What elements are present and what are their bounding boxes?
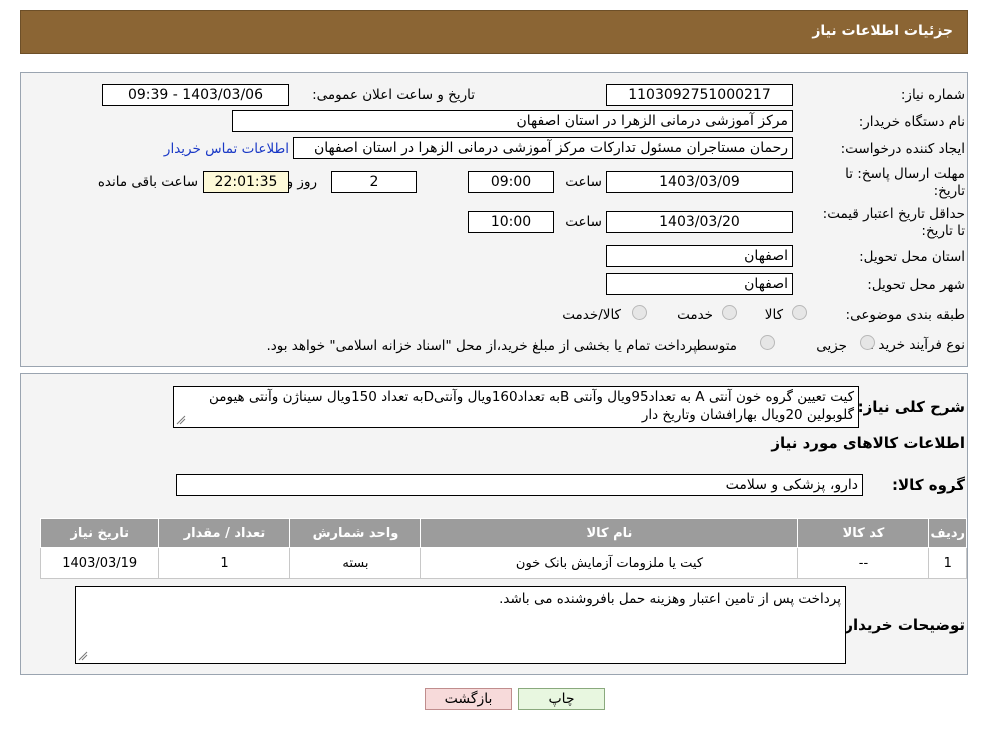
creator-field: رحمان مستاجران مسئول تداركات مرکز آموزشی…: [293, 137, 793, 159]
buyer-notes-text: پرداخت پس از تامین اعتبار وهزینه حمل باف…: [499, 591, 841, 607]
cell-date: 1403/03/19: [39, 547, 160, 579]
category-radio-goods[interactable]: [792, 305, 807, 320]
days-label: روز و: [286, 174, 317, 190]
summary-label: شرح کلی نیاز:: [857, 398, 965, 416]
col-qty-header: تعداد / مقدار: [158, 518, 291, 548]
goods-group-label: گروه کالا:: [892, 476, 965, 494]
process-radio-medium[interactable]: [760, 335, 775, 350]
summary-text: کیت تعیین گروه خون آنتی A به تعداد95ویال…: [208, 389, 854, 423]
treasury-note: پرداخت تمام یا بخشی از مبلغ خرید،از محل …: [266, 338, 697, 354]
page-title: جزئیات اطلاعات نیاز: [812, 23, 953, 39]
validity-time-field: 10:00: [468, 211, 554, 233]
page-header: جزئیات اطلاعات نیاز: [20, 10, 968, 54]
announce-field: 1403/03/06 - 09:39: [102, 84, 289, 106]
deadline-time-field: 09:00: [468, 171, 554, 193]
category-option-service: خدمت: [677, 307, 713, 323]
summary-textarea: کیت تعیین گروه خون آنتی A به تعداد95ویال…: [173, 386, 859, 428]
validity-time-label: ساعت: [565, 214, 602, 230]
back-button[interactable]: بازگشت: [425, 688, 512, 710]
remaining-label: ساعت باقی مانده: [97, 174, 198, 190]
need-number-label: شماره نیاز:: [900, 87, 965, 103]
city-label: شهر محل تحویل:: [867, 277, 965, 293]
validity-label: حداقل تاریخ اعتبار قیمت: تا تاریخ:: [822, 206, 965, 239]
table-row: 1 -- کیت یا ملزومات آزمایش بانک خون بسته…: [39, 547, 967, 579]
resize-grip-icon[interactable]: [78, 651, 88, 661]
cell-row: 1: [928, 547, 967, 579]
cell-qty: 1: [158, 547, 291, 579]
col-code-header: کد کالا: [797, 518, 930, 548]
category-radio-service[interactable]: [722, 305, 737, 320]
goods-info-title: اطلاعات کالاهای مورد نیاز: [771, 434, 965, 452]
deadline-date-field: 1403/03/09: [606, 171, 793, 193]
col-unit-header: واحد شمارش: [289, 518, 422, 548]
print-button[interactable]: چاپ: [518, 688, 605, 710]
deadline-time-label: ساعت: [565, 174, 602, 190]
process-label: نوع فرآیند خرید :: [869, 337, 965, 353]
province-field: اصفهان: [606, 245, 793, 267]
col-row-header: ردیف: [928, 518, 967, 548]
table-header-row: ردیف کد کالا نام کالا واحد شمارش تعداد /…: [39, 518, 967, 548]
goods-table: ردیف کد کالا نام کالا واحد شمارش تعداد /…: [39, 518, 967, 579]
deadline-label: مهلت ارسال پاسخ: تا تاریخ:: [845, 166, 965, 199]
cell-name: کیت یا ملزومات آزمایش بانک خون: [420, 547, 799, 579]
buyer-notes-label: توضیحات خریدار:: [838, 616, 965, 634]
process-radio-minor[interactable]: [860, 335, 875, 350]
remaining-time-field: 22:01:35: [203, 171, 289, 193]
validity-date-field: 1403/03/20: [606, 211, 793, 233]
creator-label: ایجاد کننده درخواست:: [840, 141, 965, 157]
goods-group-field: دارو، پزشکی و سلامت: [176, 474, 863, 496]
province-label: استان محل تحویل:: [859, 249, 965, 265]
process-option-medium: متوسط: [694, 338, 737, 354]
buyer-notes-textarea: پرداخت پس از تامین اعتبار وهزینه حمل باف…: [75, 586, 846, 664]
resize-grip-icon[interactable]: [176, 415, 186, 425]
col-date-header: تاریخ نیاز: [39, 518, 160, 548]
cell-unit: بسته: [289, 547, 422, 579]
process-option-minor: جزیی: [816, 338, 847, 354]
announce-label: تاریخ و ساعت اعلان عمومی:: [312, 87, 475, 103]
col-name-header: نام کالا: [420, 518, 799, 548]
category-label: طبقه بندی موضوعی:: [845, 307, 965, 323]
cell-code: --: [797, 547, 930, 579]
category-option-goods-service: کالا/خدمت: [562, 307, 621, 323]
need-number-field: 1103092751000217: [606, 84, 793, 106]
city-field: اصفهان: [606, 273, 793, 295]
category-radio-goods-service[interactable]: [632, 305, 647, 320]
days-field: 2: [331, 171, 417, 193]
buyer-org-field: مرکز آموزشی درمانی الزهرا در استان اصفها…: [232, 110, 793, 132]
category-option-goods: کالا: [764, 307, 783, 323]
buyer-org-label: نام دستگاه خریدار:: [858, 114, 965, 130]
contact-info-link[interactable]: اطلاعات تماس خریدار: [164, 140, 289, 158]
